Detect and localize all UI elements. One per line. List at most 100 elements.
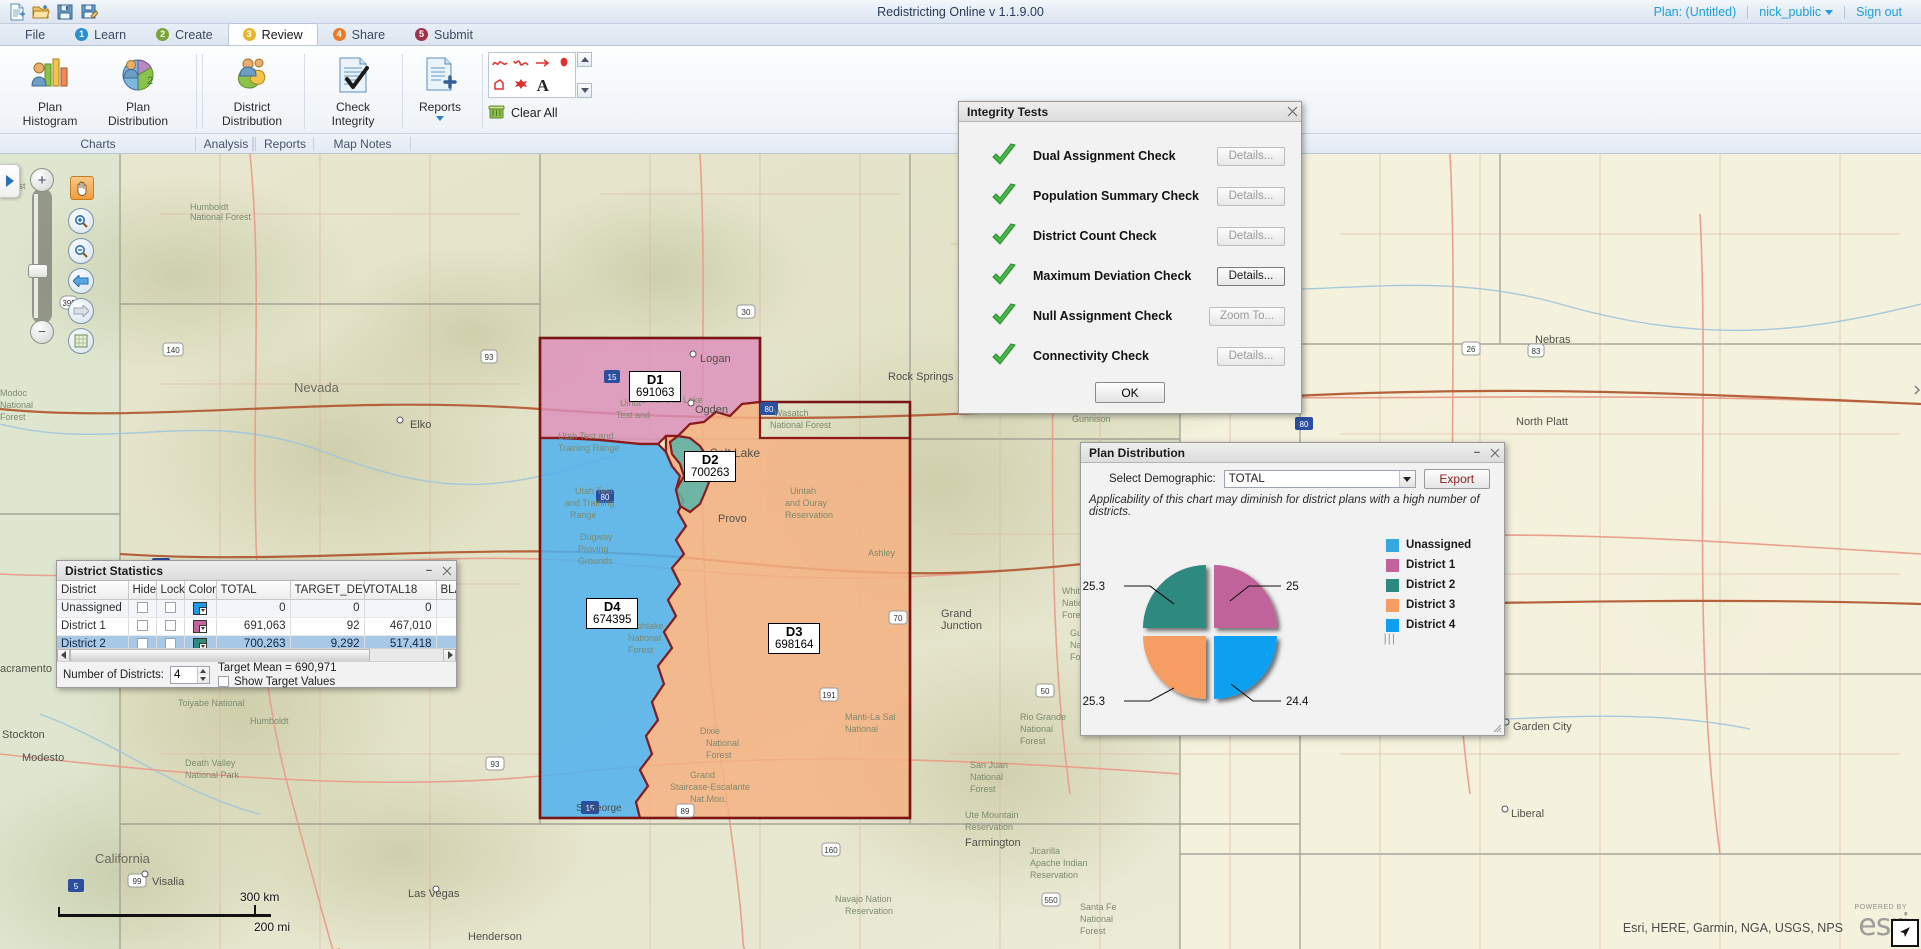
tab-review[interactable]: 3 Review bbox=[227, 23, 318, 45]
check-integrity-button[interactable]: Check Integrity bbox=[310, 50, 396, 128]
color-swatch[interactable] bbox=[193, 637, 207, 648]
district-statistics-panel[interactable]: District Statistics − District Hide Lock… bbox=[56, 560, 457, 688]
user-menu[interactable]: nick_public bbox=[1748, 5, 1844, 19]
freehand-line-icon[interactable] bbox=[491, 57, 508, 72]
chevron-down-icon[interactable] bbox=[436, 116, 444, 121]
column-header-total18[interactable]: TOTAL18 bbox=[364, 581, 437, 600]
minimize-icon[interactable]: − bbox=[1468, 444, 1486, 462]
next-extent-button[interactable] bbox=[68, 298, 94, 324]
lock-checkbox[interactable] bbox=[164, 602, 176, 614]
panel-expand-tab[interactable] bbox=[0, 164, 20, 198]
table-row[interactable]: District 1 691,063 92 467,010 bbox=[57, 617, 456, 636]
close-icon[interactable] bbox=[438, 562, 456, 580]
column-header-color[interactable]: Color bbox=[184, 581, 217, 600]
table-row[interactable]: District 2 700,263 9,292 517,418 bbox=[57, 635, 456, 648]
panel-title-bar[interactable]: Plan Distribution − bbox=[1081, 443, 1504, 463]
stepper-up-icon[interactable] bbox=[197, 666, 209, 675]
export-button[interactable]: Export bbox=[1423, 469, 1490, 489]
zoom-slider-thumb[interactable] bbox=[28, 264, 48, 278]
resize-grip[interactable] bbox=[1491, 722, 1502, 733]
table-row[interactable]: Unassigned 0 0 0 bbox=[57, 599, 456, 618]
tab-file[interactable]: File bbox=[10, 23, 60, 45]
tab-share[interactable]: 4 Share bbox=[318, 23, 400, 45]
svg-text:50: 50 bbox=[1041, 687, 1050, 696]
tab-submit[interactable]: 5 Submit bbox=[400, 23, 488, 45]
scroll-up-icon[interactable] bbox=[577, 52, 592, 67]
legend-resize-grip[interactable]: ||| bbox=[1384, 631, 1396, 645]
map-notes-gallery[interactable]: A bbox=[488, 52, 576, 98]
horizontal-scrollbar[interactable] bbox=[57, 648, 456, 662]
tab-learn[interactable]: 1 Learn bbox=[60, 23, 141, 45]
minimize-icon[interactable]: − bbox=[420, 562, 438, 580]
reports-button[interactable]: Reports bbox=[408, 50, 472, 121]
ok-button[interactable]: OK bbox=[1095, 382, 1165, 403]
lock-checkbox[interactable] bbox=[164, 620, 176, 632]
text-icon[interactable]: A bbox=[537, 76, 549, 96]
plan-distribution-button[interactable]: 2 Plan Distribution bbox=[94, 50, 182, 128]
arrow-icon[interactable] bbox=[535, 57, 551, 72]
plan-distribution-pie-chart[interactable]: 25.3 25 25.3 24.4 bbox=[1081, 523, 1381, 738]
zoom-out-button[interactable]: − bbox=[30, 320, 54, 344]
scroll-down-icon[interactable] bbox=[577, 83, 592, 98]
tab-create[interactable]: 2 Create bbox=[141, 23, 228, 45]
plan-distribution-panel[interactable]: Plan Distribution − Select Demographic: … bbox=[1080, 442, 1505, 736]
point-icon[interactable] bbox=[557, 56, 571, 73]
zoom-out-icon-button[interactable] bbox=[68, 238, 94, 264]
previous-extent-button[interactable] bbox=[68, 268, 94, 294]
plan-name-label[interactable]: Plan: (Untitled) bbox=[1643, 5, 1748, 19]
hide-checkbox[interactable] bbox=[136, 620, 148, 632]
details-button[interactable]: Details... bbox=[1217, 346, 1285, 366]
close-icon[interactable] bbox=[1283, 103, 1301, 121]
lock-checkbox[interactable] bbox=[164, 638, 176, 648]
full-extent-button[interactable] bbox=[68, 328, 94, 354]
details-button[interactable]: Details... bbox=[1217, 146, 1285, 166]
chevron-down-icon[interactable] bbox=[1398, 471, 1415, 487]
integrity-tests-dialog[interactable]: Integrity Tests Dual Assignment Check De… bbox=[958, 101, 1302, 414]
shape-icon[interactable] bbox=[514, 78, 528, 95]
clear-all-button[interactable]: Clear All bbox=[488, 104, 558, 122]
details-button[interactable]: Details... bbox=[1217, 226, 1285, 246]
zoom-in-button[interactable]: + bbox=[30, 168, 54, 192]
district-label-d3[interactable]: D3 698164 bbox=[768, 623, 821, 654]
zoom-in-icon-button[interactable] bbox=[68, 208, 94, 234]
map-right-handle[interactable] bbox=[1913, 384, 1921, 414]
svg-text:Uintah: Uintah bbox=[790, 486, 816, 496]
close-icon[interactable] bbox=[1486, 444, 1504, 462]
number-of-districts-stepper[interactable] bbox=[169, 665, 210, 684]
district-label-d1[interactable]: D1 691063 bbox=[629, 371, 682, 402]
district-label-d4[interactable]: D4 674395 bbox=[586, 598, 639, 629]
column-header-hide[interactable]: Hide bbox=[128, 581, 157, 600]
hide-checkbox[interactable] bbox=[136, 602, 148, 614]
details-button[interactable]: Details... bbox=[1217, 266, 1285, 286]
hide-checkbox[interactable] bbox=[136, 638, 148, 648]
polyline-icon[interactable] bbox=[513, 57, 529, 72]
zoom-to-button[interactable]: Zoom To... bbox=[1209, 306, 1285, 326]
map-notes-scrollbar[interactable] bbox=[577, 52, 592, 98]
stepper-down-icon[interactable] bbox=[197, 674, 209, 683]
number-of-districts-input[interactable] bbox=[170, 666, 197, 683]
plan-histogram-button[interactable]: Plan Histogram bbox=[6, 50, 94, 128]
column-header-total[interactable]: TOTAL bbox=[216, 581, 291, 600]
column-header-lock[interactable]: Lock bbox=[156, 581, 185, 600]
column-header-target-dev[interactable]: TARGET_DEV bbox=[290, 581, 370, 600]
sign-out-link[interactable]: Sign out bbox=[1845, 5, 1913, 19]
district-label-d2[interactable]: D2 700263 bbox=[684, 451, 737, 482]
demographic-select[interactable]: TOTAL bbox=[1223, 470, 1416, 488]
pan-tool-button[interactable] bbox=[70, 176, 94, 200]
dialog-title-bar[interactable]: Integrity Tests bbox=[959, 102, 1301, 122]
color-swatch[interactable] bbox=[193, 619, 207, 633]
column-header-district[interactable]: District bbox=[57, 581, 129, 600]
show-target-values-checkbox[interactable] bbox=[217, 676, 229, 687]
scrollbar-thumb[interactable] bbox=[70, 648, 370, 662]
map-cursor-tool-indicator[interactable] bbox=[1891, 919, 1919, 947]
polygon-icon[interactable] bbox=[493, 78, 507, 94]
district-distribution-button[interactable]: District Distribution bbox=[208, 50, 296, 128]
details-button[interactable]: Details... bbox=[1217, 186, 1285, 206]
column-header-bla[interactable]: BLA bbox=[436, 581, 456, 600]
scroll-right-icon[interactable] bbox=[443, 648, 456, 662]
scrollbar-track[interactable] bbox=[70, 648, 443, 662]
panel-title-bar[interactable]: District Statistics − bbox=[57, 561, 456, 581]
color-swatch[interactable] bbox=[193, 601, 207, 615]
svg-text:Junction: Junction bbox=[941, 620, 982, 632]
scroll-left-icon[interactable] bbox=[57, 648, 70, 662]
